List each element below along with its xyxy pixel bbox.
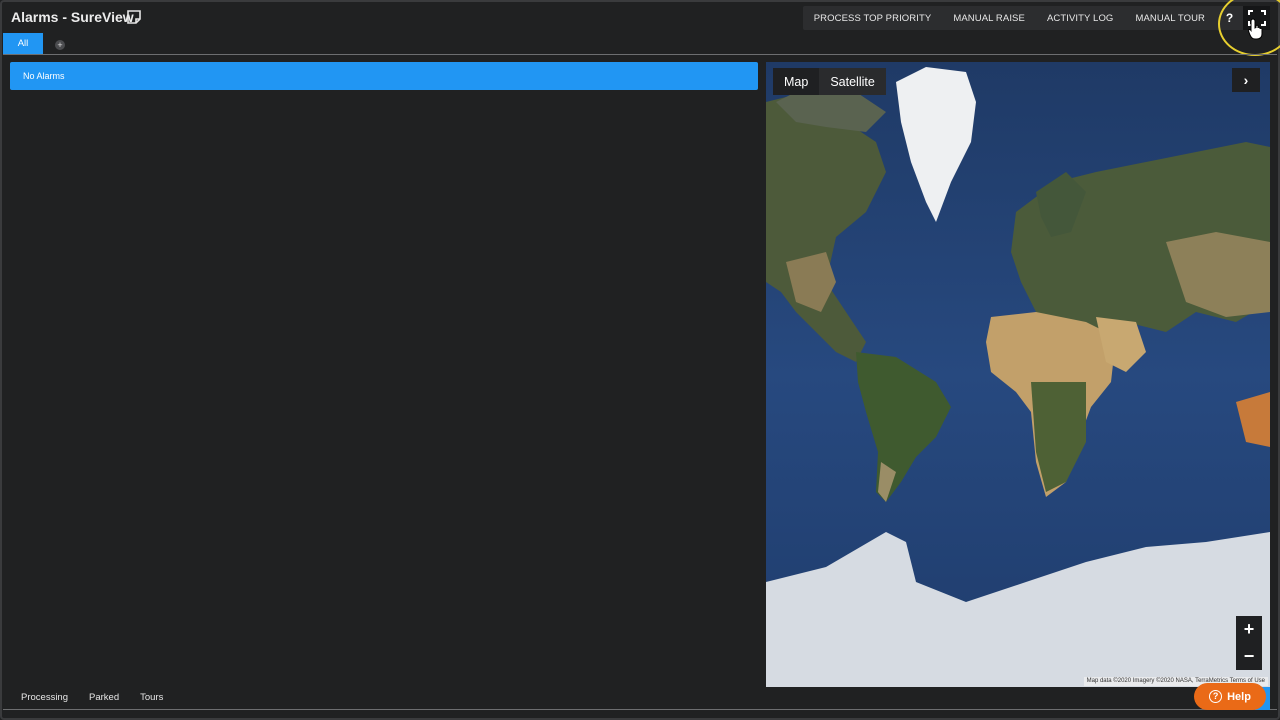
add-tab-icon[interactable]: + [55, 40, 65, 50]
tab-processing[interactable]: Processing [21, 692, 68, 703]
no-alarms-banner: No Alarms [10, 62, 758, 90]
header: Alarms - SureView PROCESS TOP PRIORITY M… [0, 0, 1280, 56]
notes-icon[interactable] [126, 9, 142, 25]
map-type-satellite-button[interactable]: Satellite [819, 68, 886, 95]
process-top-priority-button[interactable]: PROCESS TOP PRIORITY [803, 6, 943, 30]
satellite-imagery [766, 62, 1270, 687]
zoom-control: + − [1236, 616, 1262, 670]
help-circle-icon: ? [1209, 690, 1223, 703]
tab-all[interactable]: All [3, 33, 43, 54]
map-panel[interactable]: Map Satellite › + − Map data ©2020 Image… [766, 62, 1270, 687]
manual-raise-button[interactable]: MANUAL RAISE [942, 6, 1036, 30]
bottom-tabs: Processing Parked Tours [21, 692, 184, 703]
map-type-control: Map Satellite [773, 68, 886, 95]
page-title: Alarms - SureView [11, 9, 134, 25]
zoom-in-button[interactable]: + [1236, 616, 1262, 643]
zoom-out-button[interactable]: − [1236, 643, 1262, 670]
divider [3, 709, 1277, 710]
toolbar: PROCESS TOP PRIORITY MANUAL RAISE ACTIVI… [802, 6, 1270, 30]
tab-parked[interactable]: Parked [89, 692, 119, 703]
map-type-map-button[interactable]: Map [773, 68, 819, 95]
help-button-label: Help [1227, 690, 1251, 703]
help-button[interactable]: ? Help [1194, 683, 1266, 710]
manual-tour-button[interactable]: MANUAL TOUR [1124, 6, 1216, 30]
tab-tours[interactable]: Tours [140, 692, 163, 703]
alarm-tabs: All + [3, 33, 1277, 55]
activity-log-button[interactable]: ACTIVITY LOG [1036, 6, 1125, 30]
chevron-right-icon[interactable]: › [1232, 68, 1260, 92]
